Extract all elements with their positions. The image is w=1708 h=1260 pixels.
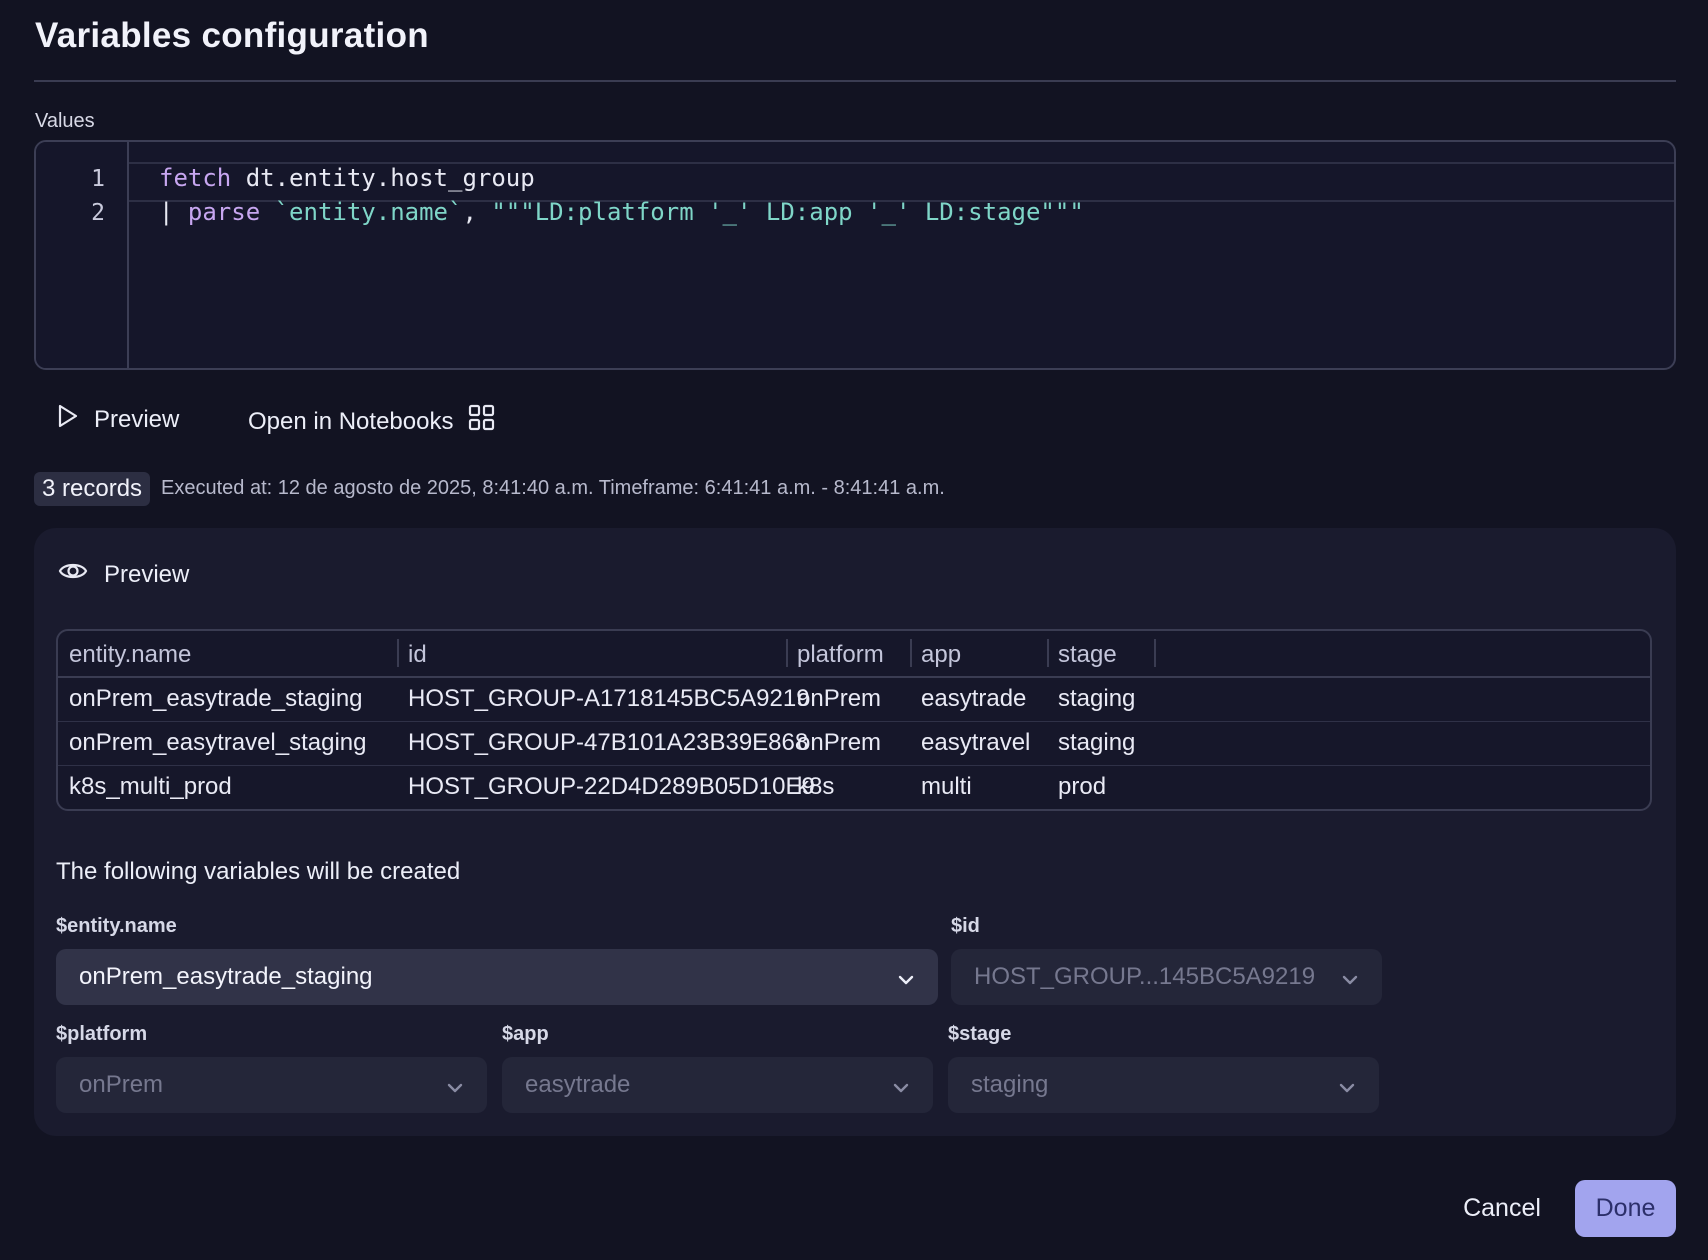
column-header-platform[interactable]: platform	[797, 641, 884, 669]
query-editor[interactable]: 1 2 fetch dt.entity.host_group | parse `…	[34, 140, 1676, 370]
cell-stage: staging	[1058, 729, 1136, 756]
cell-entity-name: onPrem_easytrade_staging	[69, 685, 363, 712]
preview-button[interactable]: Preview	[54, 403, 179, 436]
select-value: staging	[971, 1071, 1049, 1098]
field-label: $stage	[948, 1023, 1012, 1045]
dialog-title: Variables configuration	[35, 16, 429, 55]
preview-button-label: Preview	[94, 405, 180, 433]
field-label: $id	[951, 915, 980, 937]
line-number-gutter: 1 2	[36, 142, 129, 368]
code-pipe: |	[159, 198, 188, 226]
open-in-notebooks-button[interactable]: Open in Notebooks	[248, 403, 497, 440]
column-header-id[interactable]: id	[408, 641, 427, 669]
cell-platform: onPrem	[797, 685, 882, 712]
column-divider[interactable]	[397, 639, 399, 667]
field-label: $app	[502, 1023, 549, 1045]
cell-stage: prod	[1058, 773, 1107, 800]
cell-app: easytrade	[921, 685, 1027, 712]
column-divider[interactable]	[786, 639, 788, 667]
column-header-stage[interactable]: stage	[1058, 641, 1117, 669]
chevron-down-icon	[446, 1076, 464, 1094]
open-in-notebooks-label: Open in Notebooks	[248, 407, 454, 435]
chevron-down-icon	[1341, 968, 1359, 986]
chevron-down-icon	[897, 968, 915, 986]
column-divider[interactable]	[1047, 639, 1049, 667]
eye-icon	[58, 556, 88, 593]
chevron-down-icon	[1338, 1076, 1356, 1094]
records-badge: 3 records	[34, 472, 151, 506]
cell-id: HOST_GROUP-47B101A23B39E868	[408, 729, 809, 756]
select-value: HOST_GROUP...145BC5A9219	[974, 963, 1316, 990]
field-label: $entity.name	[56, 915, 177, 937]
cell-entity-name: onPrem_easytravel_staging	[69, 729, 367, 756]
title-divider	[34, 80, 1676, 82]
code-keyword: parse	[187, 198, 261, 226]
column-divider[interactable]	[1154, 639, 1156, 667]
variables-heading: The following variables will be created	[56, 858, 461, 885]
done-button[interactable]: Done	[1575, 1180, 1676, 1237]
code-keyword: fetch	[159, 164, 232, 192]
preview-panel-header: Preview	[58, 556, 189, 593]
line-number: 1	[91, 166, 105, 192]
column-header-entity-name[interactable]: entity.name	[69, 641, 191, 669]
code-line-2[interactable]: | parse `entity.name`, """LD:platform '_…	[159, 198, 1084, 226]
select-value: onPrem_easytrade_staging	[79, 963, 373, 990]
app-select[interactable]: easytrade	[502, 1057, 933, 1113]
column-divider[interactable]	[910, 639, 912, 667]
cell-id: HOST_GROUP-22D4D289B05D10E9	[408, 773, 815, 800]
code-field: `entity.name`	[260, 198, 463, 226]
id-select[interactable]: HOST_GROUP...145BC5A9219	[951, 949, 1382, 1005]
preview-panel: Preview entity.name id platform app stag…	[34, 528, 1676, 1136]
row-divider	[58, 721, 1650, 722]
values-label: Values	[35, 110, 95, 132]
chevron-down-icon	[892, 1076, 910, 1094]
play-icon	[54, 403, 80, 436]
select-value: easytrade	[525, 1071, 631, 1098]
cell-id: HOST_GROUP-A1718145BC5A9219	[408, 685, 810, 712]
preview-panel-title: Preview	[104, 560, 190, 588]
cell-platform: k8s	[797, 773, 835, 800]
execution-metadata: Executed at: 12 de agosto de 2025, 8:41:…	[161, 477, 945, 499]
stage-select[interactable]: staging	[948, 1057, 1379, 1113]
cell-entity-name: k8s_multi_prod	[69, 773, 232, 800]
code-line-1[interactable]: fetch dt.entity.host_group	[159, 164, 535, 192]
cancel-button[interactable]: Cancel	[1447, 1180, 1557, 1237]
column-header-app[interactable]: app	[921, 641, 961, 669]
preview-table: entity.name id platform app stage onPrem…	[56, 629, 1652, 811]
table-header: entity.name id platform app stage	[58, 631, 1650, 678]
line-number: 2	[91, 200, 105, 226]
select-value: onPrem	[79, 1071, 164, 1098]
cell-stage: staging	[1058, 685, 1136, 712]
code-pattern: """LD:platform '_' LD:app '_' LD:stage""…	[491, 198, 1084, 226]
row-divider	[58, 765, 1650, 766]
platform-select[interactable]: onPrem	[56, 1057, 487, 1113]
field-label: $platform	[56, 1023, 148, 1045]
code-comma: ,	[462, 198, 492, 226]
cell-platform: onPrem	[797, 729, 882, 756]
entity-name-select[interactable]: onPrem_easytrade_staging	[56, 949, 938, 1005]
grid-icon	[467, 403, 497, 440]
cell-app: multi	[921, 773, 972, 800]
cell-app: easytravel	[921, 729, 1031, 756]
code-text: dt.entity.host_group	[231, 164, 535, 192]
